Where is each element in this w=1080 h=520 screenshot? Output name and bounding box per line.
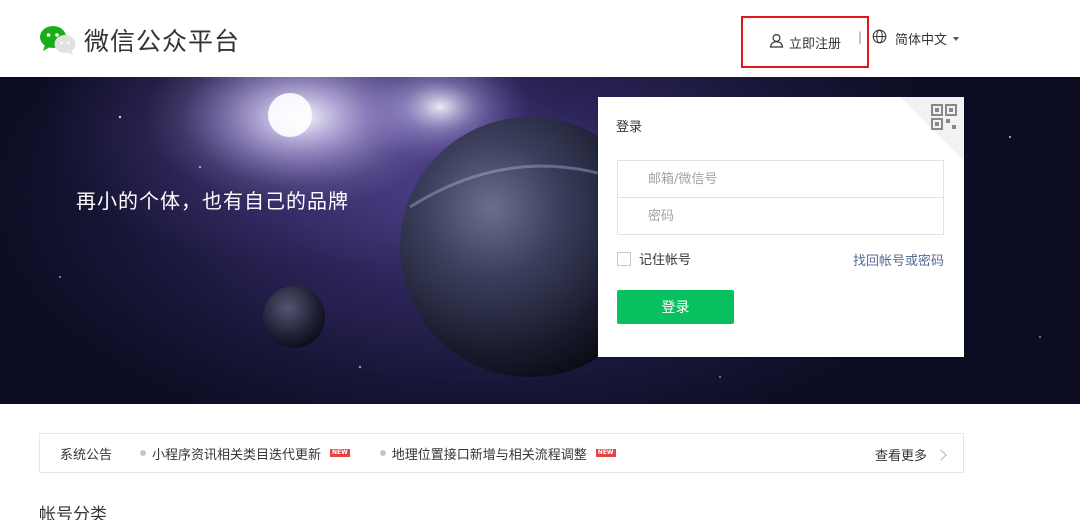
remember-account-checkbox[interactable]: 记住帐号 [617,249,691,268]
language-selector[interactable]: 简体中文 [872,29,960,48]
login-title: 登录 [616,120,643,135]
view-more-link[interactable]: 查看更多 [874,445,947,464]
notice-item[interactable]: 地理位置接口新增与相关流程调整 NEW [379,444,616,463]
register-button[interactable]: 立即注册 [741,16,869,68]
logo-text: 微信公众平台 [84,27,241,56]
notice-item[interactable]: 小程序资讯相关类目迭代更新 NEW [140,444,350,463]
login-panel: 登录 记住帐号 找回帐号或密码 登录 [598,97,964,357]
header-separator: | [858,30,863,44]
user-icon [769,33,784,52]
bullet-icon [379,450,386,456]
wechat-logo-icon [38,23,78,57]
login-button[interactable]: 登录 [617,290,734,324]
notice-item-text: 小程序资讯相关类目迭代更新 [152,447,322,463]
new-badge: NEW [330,449,350,457]
notice-label: 系统公告 [60,447,113,463]
chevron-right-icon [935,448,947,461]
remember-label: 记住帐号 [639,253,692,268]
language-label: 简体中文 [895,33,948,48]
bullet-icon [140,450,147,456]
system-notice-bar: 系统公告 小程序资讯相关类目迭代更新 NEW 地理位置接口新增与相关流程调整 N… [39,433,964,473]
checkbox-box[interactable] [617,251,631,266]
new-badge: NEW [595,449,616,457]
banner-slogan: 再小的个体，也有自己的品牌 [76,189,349,213]
logo[interactable]: 微信公众平台 [38,22,240,58]
password-input[interactable] [617,197,944,235]
view-more-label: 查看更多 [874,449,927,464]
forgot-password-link[interactable]: 找回帐号或密码 [853,250,944,269]
notice-item-text: 地理位置接口新增与相关流程调整 [391,447,587,463]
qr-code-login-toggle[interactable] [900,97,964,161]
register-label: 立即注册 [789,36,842,52]
top-header: 微信公众平台 立即注册 | 简体中文 [0,0,1080,77]
account-input[interactable] [617,160,944,198]
globe-icon [872,29,887,48]
chevron-down-icon [953,36,960,41]
account-types-heading: 帐号分类 [39,505,107,520]
